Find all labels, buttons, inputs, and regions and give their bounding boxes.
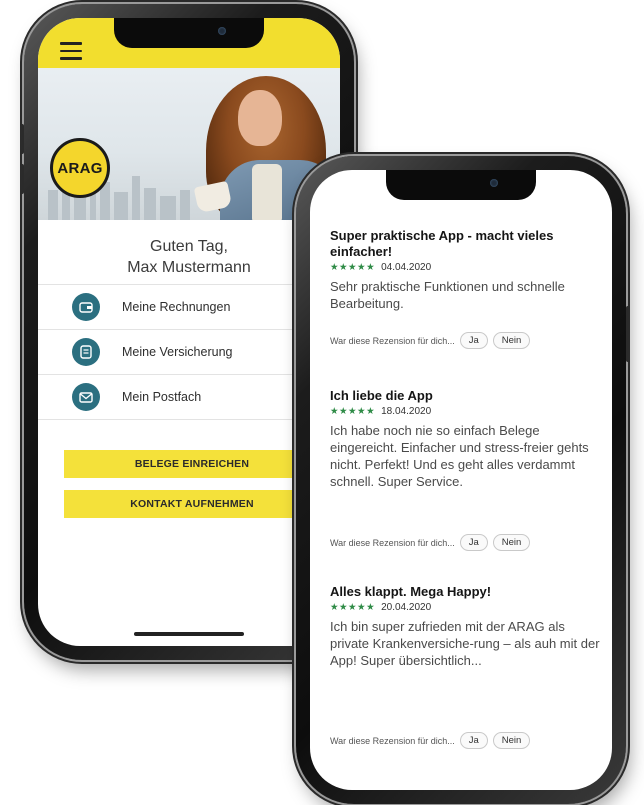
volume-down-button [20, 164, 24, 194]
left-screen: ARAG Guten Tag, Max Mustermann Meine Rec… [38, 18, 340, 646]
helpful-prompt: War diese Rezension für dich... Ja Nein [330, 332, 531, 349]
review-card: Alles klappt. Mega Happy! ★★★★★ 20.04.20… [330, 584, 602, 749]
review-card: Super praktische App - macht vieles einf… [330, 228, 602, 349]
volume-up-button [20, 124, 24, 154]
review-date: 20.04.2020 [381, 602, 432, 613]
person-face [238, 90, 282, 146]
menu-label: Meine Versicherung [122, 345, 233, 359]
review-meta: ★★★★★ 04.04.2020 [330, 262, 602, 273]
review-body: Ich bin super zufrieden mit der ARAG als… [330, 619, 600, 668]
wallet-icon [72, 293, 100, 321]
power-button [626, 306, 630, 362]
review-date: 18.04.2020 [381, 406, 432, 417]
review-date: 04.04.2020 [381, 262, 432, 273]
main-menu: Meine Rechnungen Meine Versicherung Mein… [38, 284, 340, 420]
no-button[interactable]: Nein [492, 332, 531, 349]
star-rating-icon: ★★★★★ [330, 262, 376, 273]
review-body: Sehr praktische Funktionen und schnelle … [330, 279, 565, 311]
right-screen: Super praktische App - macht vieles einf… [310, 170, 612, 790]
review-title: Ich liebe die App [330, 388, 433, 403]
home-indicator[interactable] [134, 632, 244, 636]
menu-label: Mein Postfach [122, 390, 202, 404]
phone-right: Super praktische App - macht vieles einf… [296, 156, 630, 804]
review-title: Super praktische App - macht vieles einf… [330, 228, 554, 259]
menu-item-mailbox[interactable]: Mein Postfach [38, 374, 340, 420]
person-shirt [252, 164, 282, 220]
star-rating-icon: ★★★★★ [330, 602, 376, 613]
greeting-line2: Max Mustermann [127, 259, 251, 276]
yes-button[interactable]: Ja [459, 534, 488, 551]
review-meta: ★★★★★ 20.04.2020 [330, 602, 602, 613]
camera-icon [490, 179, 498, 187]
helpful-question: War diese Rezension für dich... [330, 735, 455, 746]
helpful-question: War diese Rezension für dich... [330, 537, 455, 548]
greeting-line1: Guten Tag, [150, 238, 228, 255]
greeting: Guten Tag, Max Mustermann [38, 236, 340, 278]
helpful-question: War diese Rezension für dich... [330, 335, 455, 346]
submit-receipts-button[interactable]: BELEGE EINREICHEN [64, 450, 320, 478]
helpful-prompt: War diese Rezension für dich... Ja Nein [330, 534, 531, 551]
contact-button[interactable]: KONTAKT AUFNEHMEN [64, 490, 320, 518]
review-title: Alles klappt. Mega Happy! [330, 584, 492, 599]
yes-button[interactable]: Ja [459, 732, 488, 749]
no-button[interactable]: Nein [492, 534, 531, 551]
yes-button[interactable]: Ja [459, 332, 488, 349]
document-icon [72, 338, 100, 366]
mail-icon [72, 383, 100, 411]
notch [114, 18, 264, 48]
hamburger-menu-icon[interactable] [60, 42, 82, 65]
review-meta: ★★★★★ 18.04.2020 [330, 406, 602, 417]
menu-label: Meine Rechnungen [122, 300, 231, 314]
menu-item-insurance[interactable]: Meine Versicherung [38, 329, 340, 374]
menu-item-invoices[interactable]: Meine Rechnungen [38, 284, 340, 329]
helpful-prompt: War diese Rezension für dich... Ja Nein [330, 732, 531, 749]
review-body: Ich habe noch nie so einfach Belege eing… [330, 423, 589, 489]
notch [386, 170, 536, 200]
no-button[interactable]: Nein [492, 732, 531, 749]
arag-logo: ARAG [50, 138, 110, 198]
camera-icon [218, 27, 226, 35]
logo-text: ARAG [57, 159, 103, 177]
star-rating-icon: ★★★★★ [330, 406, 376, 417]
review-card: Ich liebe die App ★★★★★ 18.04.2020 Ich h… [330, 388, 602, 551]
